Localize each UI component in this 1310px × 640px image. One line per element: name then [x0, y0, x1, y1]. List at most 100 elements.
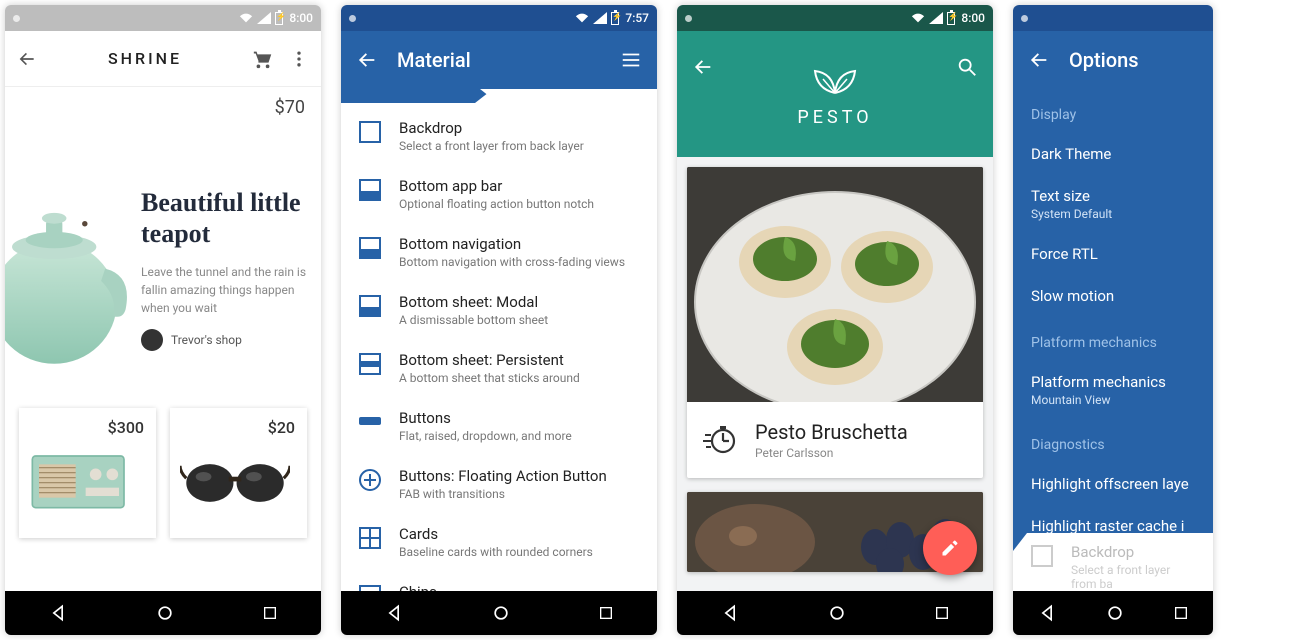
- buttons-icon: [359, 417, 381, 425]
- backdrop-front-layer-peek[interactable]: Backdrop Select a front layer from ba: [1013, 533, 1213, 591]
- status-time: 7:57: [625, 11, 649, 25]
- backdrop-icon: [1031, 545, 1053, 567]
- back-icon[interactable]: [355, 48, 379, 72]
- nav-back-icon[interactable]: [384, 603, 404, 623]
- radio-image: [29, 446, 129, 516]
- status-bar: 7:57: [341, 5, 657, 31]
- nav-home-icon[interactable]: [1105, 603, 1125, 623]
- back-icon[interactable]: [1027, 48, 1051, 72]
- option-item[interactable]: Dark Theme: [1031, 133, 1195, 175]
- search-icon[interactable]: [955, 55, 979, 79]
- nav-home-icon[interactable]: [491, 603, 511, 623]
- recipe-author: Peter Carlsson: [755, 446, 908, 460]
- list-item[interactable]: Bottom navigationBottom navigation with …: [341, 223, 657, 281]
- app-bar: Material: [341, 31, 657, 89]
- leaves-icon: [805, 61, 865, 101]
- recipe-image: [687, 167, 983, 402]
- signal-icon: [257, 12, 271, 24]
- list-item[interactable]: Bottom sheet: ModalA dismissable bottom …: [341, 281, 657, 339]
- seller-row[interactable]: Trevor's shop: [141, 329, 321, 351]
- app-title: Options: [1069, 48, 1139, 72]
- back-icon[interactable]: [15, 47, 39, 71]
- hero-description: Leave the tunnel and the rain is fallin …: [141, 263, 321, 317]
- status-bar: 8:00: [5, 5, 321, 31]
- battery-icon: [947, 12, 955, 25]
- list-item[interactable]: Bottom sheet: PersistentA bottom sheet t…: [341, 339, 657, 397]
- status-bar: 8:00: [1013, 5, 1213, 31]
- nav-home-icon[interactable]: [827, 603, 847, 623]
- recipe-card[interactable]: Pesto Bruschetta Peter Carlsson: [687, 167, 983, 478]
- backdrop-notch: [341, 89, 657, 103]
- list-item[interactable]: Buttons: Floating Action ButtonFAB with …: [341, 455, 657, 513]
- material-screen: 7:57 Material BackdropSelect a front lay…: [341, 5, 657, 635]
- option-item[interactable]: Platform mechanicsMountain View: [1031, 361, 1195, 419]
- wifi-icon: [239, 12, 253, 24]
- list-item[interactable]: ButtonsFlat, raised, dropdown, and more: [341, 397, 657, 455]
- options-list[interactable]: Display Dark Theme Text sizeSystem Defau…: [1013, 89, 1213, 591]
- pesto-logo: PESTO: [797, 61, 872, 128]
- section-header: Display: [1031, 107, 1195, 123]
- back-icon[interactable]: [691, 55, 715, 79]
- shrine-screen: 8:00 SHRINE $70: [5, 5, 321, 635]
- status-time: 8:00: [961, 11, 985, 25]
- option-item[interactable]: Slow motion: [1031, 275, 1195, 317]
- app-title: Material: [397, 48, 471, 72]
- options-screen: 8:00 Options Display Dark Theme Text siz…: [1013, 5, 1213, 635]
- status-dot-icon: [685, 15, 692, 22]
- option-item[interactable]: Text sizeSystem Default: [1031, 175, 1195, 233]
- component-list[interactable]: BackdropSelect a front layer from back l…: [341, 103, 657, 591]
- nav-recent-icon[interactable]: [1173, 605, 1189, 621]
- cart-icon[interactable]: [251, 47, 275, 71]
- pesto-content[interactable]: Pesto Bruschetta Peter Carlsson: [677, 157, 993, 591]
- edit-icon: [940, 538, 960, 558]
- status-dot-icon: [349, 15, 356, 22]
- app-bar: SHRINE: [5, 31, 321, 87]
- recipe-title: Pesto Bruschetta: [755, 420, 908, 444]
- overflow-menu-icon[interactable]: [287, 47, 311, 71]
- battery-icon: [611, 12, 619, 25]
- status-time: 8:00: [289, 11, 313, 25]
- android-navbar: [1013, 591, 1213, 635]
- list-item[interactable]: ChipsLabeled with delete buttons and ava…: [341, 571, 657, 591]
- section-header: Platform mechanics: [1031, 335, 1195, 351]
- app-bar: Options: [1013, 31, 1213, 89]
- app-title: SHRINE: [51, 49, 239, 68]
- shrine-content: $70 Beautiful little teapot: [5, 87, 321, 591]
- cards-icon: [359, 527, 381, 549]
- backdrop-icon: [359, 121, 381, 143]
- status-dot-icon: [13, 15, 20, 22]
- section-header: Diagnostics: [1031, 437, 1195, 453]
- list-item[interactable]: BackdropSelect a front layer from back l…: [341, 107, 657, 165]
- menu-icon[interactable]: [619, 48, 643, 72]
- nav-back-icon[interactable]: [720, 603, 740, 623]
- nav-recent-icon[interactable]: [598, 605, 614, 621]
- bottom-sheet-persistent-icon: [359, 353, 381, 375]
- list-item[interactable]: Bottom app barOptional floating action b…: [341, 165, 657, 223]
- option-item[interactable]: Force RTL: [1031, 233, 1195, 275]
- bottom-sheet-modal-icon: [359, 295, 381, 317]
- wifi-icon: [575, 12, 589, 24]
- teapot-image: [5, 187, 129, 364]
- pesto-header: PESTO: [677, 31, 993, 157]
- pesto-screen: 8:00 PESTO: [677, 5, 993, 635]
- list-item[interactable]: CardsBaseline cards with rounded corners: [341, 513, 657, 571]
- nav-recent-icon[interactable]: [262, 605, 278, 621]
- nav-back-icon[interactable]: [48, 603, 68, 623]
- avatar: [141, 329, 163, 351]
- option-item[interactable]: Highlight offscreen laye: [1031, 463, 1195, 505]
- product-price: $20: [268, 418, 295, 437]
- nav-recent-icon[interactable]: [934, 605, 950, 621]
- status-bar: 8:00: [677, 5, 993, 31]
- signal-icon: [593, 12, 607, 24]
- product-card-radio[interactable]: $300: [19, 408, 156, 538]
- android-navbar: [677, 591, 993, 635]
- edit-fab[interactable]: [923, 521, 977, 575]
- seller-name: Trevor's shop: [171, 333, 242, 347]
- battery-icon: [275, 12, 283, 25]
- nav-back-icon[interactable]: [1037, 603, 1057, 623]
- bottom-app-bar-icon: [359, 179, 381, 201]
- product-card-sunglasses[interactable]: $20: [170, 408, 307, 538]
- timer-icon: [703, 423, 737, 457]
- bottom-navigation-icon: [359, 237, 381, 259]
- nav-home-icon[interactable]: [155, 603, 175, 623]
